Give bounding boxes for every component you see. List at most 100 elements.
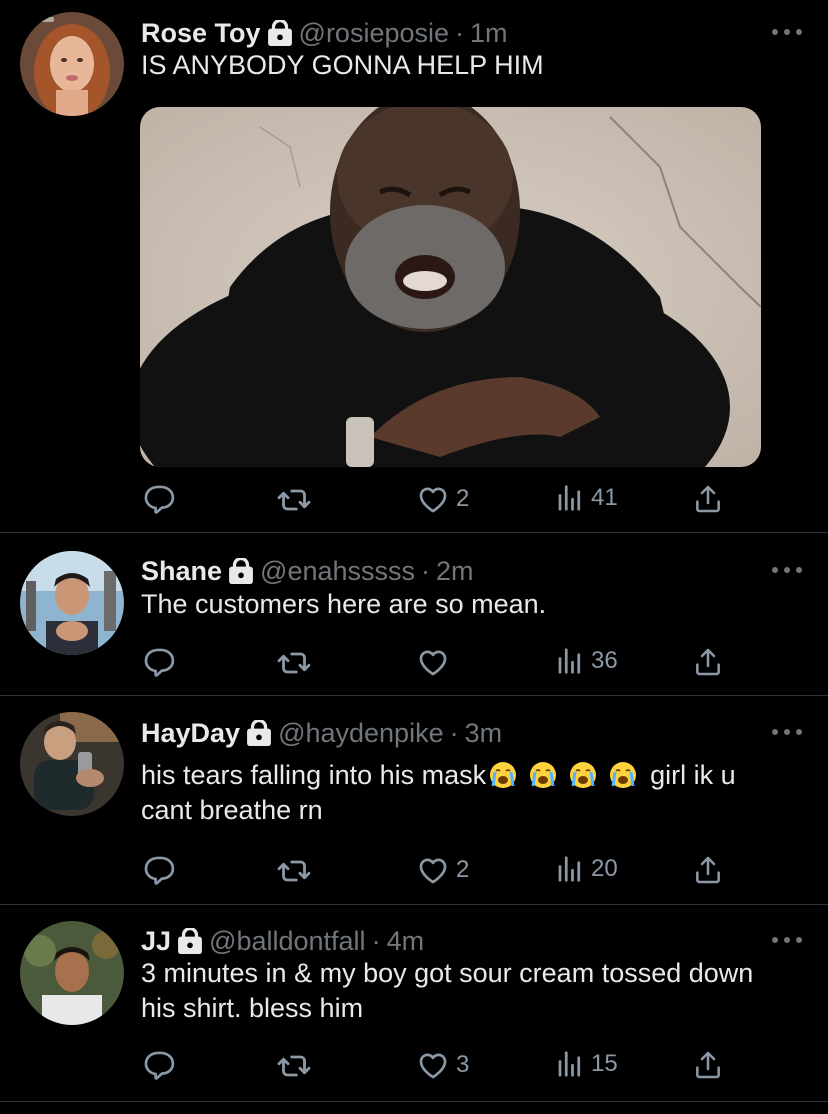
tweet-header: Rose Toy @rosieposie · 1m xyxy=(141,15,508,51)
retweet-icon xyxy=(276,853,312,889)
like-count: 2 xyxy=(456,485,470,512)
heart-icon xyxy=(416,645,450,679)
tweet-header: JJ @balldontfall · 4m xyxy=(141,923,424,959)
display-name[interactable]: JJ xyxy=(141,926,171,957)
retweet-button[interactable] xyxy=(276,853,318,889)
tweet-4[interactable]: JJ @balldontfall · 4m 3 minutes in & my … xyxy=(0,905,828,1101)
tweet-actions: 3 15 xyxy=(0,1048,828,1088)
views-button[interactable]: 20 xyxy=(555,853,618,885)
share-button[interactable] xyxy=(692,853,724,887)
tweet-text: The customers here are so mean. xyxy=(141,589,547,619)
heart-icon xyxy=(416,482,450,516)
lock-icon xyxy=(267,20,293,46)
display-name[interactable]: Shane xyxy=(141,556,222,587)
like-button[interactable] xyxy=(416,645,456,679)
avatar[interactable] xyxy=(20,12,124,116)
avatar[interactable] xyxy=(20,551,124,655)
retweet-icon xyxy=(276,1048,312,1084)
view-count: 15 xyxy=(591,1050,618,1077)
display-name[interactable]: HayDay xyxy=(141,718,240,749)
tweet-actions: 36 xyxy=(0,645,828,685)
avatar[interactable] xyxy=(20,921,124,1025)
views-icon xyxy=(555,645,585,677)
like-count: 2 xyxy=(456,856,470,883)
avatar[interactable] xyxy=(20,712,124,816)
views-icon xyxy=(555,853,585,885)
tweet-text: 3 minutes in & my boy got sour cream tos… xyxy=(141,958,754,1023)
like-count: 3 xyxy=(456,1051,470,1078)
views-button[interactable]: 36 xyxy=(555,645,618,677)
divider xyxy=(0,1101,828,1102)
more-icon[interactable] xyxy=(772,564,802,576)
views-icon xyxy=(555,1048,585,1080)
tweet-text: IS ANYBODY GONNA HELP HIM xyxy=(141,50,544,80)
tweet-text: his tears falling into his mask girl ik u… xyxy=(141,758,801,828)
timestamp[interactable]: 4m xyxy=(387,926,425,957)
heart-icon xyxy=(416,853,450,887)
more-icon[interactable] xyxy=(772,726,802,738)
timestamp[interactable]: 3m xyxy=(465,718,503,749)
retweet-button[interactable] xyxy=(276,645,318,681)
view-count: 41 xyxy=(591,484,618,511)
retweet-icon xyxy=(276,645,312,681)
retweet-button[interactable] xyxy=(276,1048,318,1084)
tweet-header: Shane @enahsssss · 2m xyxy=(141,553,474,589)
more-icon[interactable] xyxy=(772,934,802,946)
tweet-3[interactable]: HayDay @haydenpike · 3m his tears fallin… xyxy=(0,696,828,904)
lock-icon xyxy=(246,720,272,746)
share-button[interactable] xyxy=(692,645,724,679)
heart-icon xyxy=(416,1048,450,1082)
handle[interactable]: @enahsssss xyxy=(260,556,415,587)
handle[interactable]: @rosieposie xyxy=(299,18,449,49)
tweet-actions: 2 41 xyxy=(0,482,828,522)
reply-icon xyxy=(141,645,175,679)
share-icon xyxy=(692,853,724,887)
timestamp[interactable]: 2m xyxy=(436,556,474,587)
separator: · xyxy=(449,717,459,748)
reply-button[interactable] xyxy=(141,645,181,679)
more-icon[interactable] xyxy=(772,26,802,38)
retweet-icon xyxy=(276,482,312,518)
reply-icon xyxy=(141,482,175,516)
separator: · xyxy=(421,555,431,586)
tweet-text-part: cant breathe rn xyxy=(141,795,323,825)
display-name[interactable]: Rose Toy xyxy=(141,18,261,49)
share-icon xyxy=(692,482,724,516)
lock-icon xyxy=(228,558,254,584)
share-button[interactable] xyxy=(692,482,724,516)
handle[interactable]: @haydenpike xyxy=(278,718,444,749)
reply-button[interactable] xyxy=(141,853,181,887)
view-count: 36 xyxy=(591,647,618,674)
views-button[interactable]: 15 xyxy=(555,1048,618,1080)
like-button[interactable]: 2 xyxy=(416,853,469,887)
reply-icon xyxy=(141,853,175,887)
views-button[interactable]: 41 xyxy=(555,482,618,514)
tweet-image[interactable] xyxy=(140,107,761,467)
loudly-crying-emoji xyxy=(610,762,637,788)
loudly-crying-emoji xyxy=(490,762,517,788)
reply-icon xyxy=(141,1048,175,1082)
share-icon xyxy=(692,645,724,679)
view-count: 20 xyxy=(591,855,618,882)
views-icon xyxy=(555,482,585,514)
share-icon xyxy=(692,1048,724,1082)
tweet-2[interactable]: Shane @enahsssss · 2m The customers here… xyxy=(0,533,828,695)
reply-button[interactable] xyxy=(141,482,181,516)
tweet-header: HayDay @haydenpike · 3m xyxy=(141,715,502,751)
like-button[interactable]: 2 xyxy=(416,482,469,516)
tweet-1[interactable]: Rose Toy @rosieposie · 1m IS ANYBODY GON… xyxy=(0,0,828,532)
retweet-button[interactable] xyxy=(276,482,318,518)
lock-icon xyxy=(177,928,203,954)
tweet-actions: 2 20 xyxy=(0,853,828,893)
tweet-text-part: girl ik u xyxy=(650,760,736,790)
handle[interactable]: @balldontfall xyxy=(209,926,366,957)
reply-button[interactable] xyxy=(141,1048,181,1082)
tweet-text-part: his tears falling into his mask xyxy=(141,760,487,790)
like-button[interactable]: 3 xyxy=(416,1048,469,1082)
share-button[interactable] xyxy=(692,1048,724,1082)
loudly-crying-emoji xyxy=(570,762,597,788)
separator: · xyxy=(371,925,381,956)
separator: · xyxy=(455,17,465,48)
timestamp[interactable]: 1m xyxy=(470,18,508,49)
loudly-crying-emoji xyxy=(530,762,557,788)
